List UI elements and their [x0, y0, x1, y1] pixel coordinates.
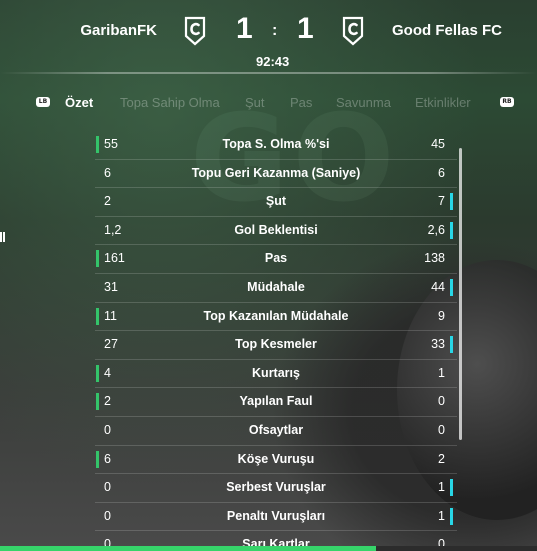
- away-stat-value: 2: [438, 451, 445, 466]
- tab-shots[interactable]: Şut: [245, 95, 265, 110]
- away-leader-marker: [450, 507, 453, 525]
- away-stat-value: 1: [438, 480, 445, 495]
- stat-label: Topu Geri Kazanma (Saniye): [191, 165, 361, 180]
- away-score: 1: [297, 12, 314, 45]
- tab-passing[interactable]: Pas: [290, 95, 312, 110]
- away-leader-marker: [450, 479, 453, 497]
- stat-label: Yapılan Faul: [239, 394, 313, 409]
- home-score: 1: [236, 12, 253, 45]
- away-leader-marker: [450, 193, 453, 211]
- header-divider: [0, 72, 537, 74]
- away-stat-value: 44: [431, 279, 445, 294]
- stat-row: 161 Pas 138: [95, 245, 457, 274]
- tab-ozet[interactable]: Özet: [65, 95, 93, 110]
- away-stat-value: 1: [438, 508, 445, 523]
- stat-label: Penaltı Vuruşları: [226, 508, 326, 523]
- away-stat-value: 33: [431, 337, 445, 352]
- tab-possession[interactable]: Topa Sahip Olma: [120, 95, 220, 110]
- away-leader-marker: [450, 221, 453, 239]
- away-stat-value: 45: [431, 137, 445, 151]
- lb-bumper-button[interactable]: LB: [36, 97, 50, 107]
- away-leader-marker: [450, 336, 453, 354]
- stat-label: Top Kazanılan Müdahale: [203, 308, 349, 323]
- away-leader-marker: [450, 278, 453, 296]
- stat-label: Ofsaytlar: [248, 422, 304, 437]
- stat-label: Top Kesmeler: [235, 337, 317, 352]
- stat-row: 0 Penaltı Vuruşları 1: [95, 503, 457, 532]
- away-stat-value: 138: [424, 251, 445, 266]
- away-team-name: Good Fellas FC: [392, 22, 503, 39]
- tab-defence[interactable]: Savunma: [336, 95, 391, 110]
- stat-label: Müdahale: [247, 279, 305, 294]
- match-progress-fill: [0, 546, 376, 551]
- stat-label: Şut: [265, 194, 287, 209]
- away-stat-value: 9: [438, 308, 445, 323]
- stat-row: 2 Yapılan Faul 0: [95, 388, 457, 417]
- away-stat-value: 6: [438, 165, 445, 180]
- match-progress-bar: [0, 546, 537, 551]
- stat-row: 11 Top Kazanılan Müdahale 9: [95, 303, 457, 332]
- rb-bumper-button[interactable]: RB: [500, 97, 514, 107]
- stat-label: Kurtarış: [252, 365, 300, 380]
- stat-row: 0 Serbest Vuruşlar 1: [95, 474, 457, 503]
- club-crest-c-icon: [184, 16, 206, 46]
- stat-label: Gol Beklentisi: [234, 222, 318, 237]
- score-separator: :: [272, 22, 278, 39]
- stats-scrollbar[interactable]: [459, 148, 462, 440]
- stat-row: 2 Şut 7: [95, 188, 457, 217]
- stats-table: 55 Topa S. Olma %'si 45 6 Topu Geri Kazanma …: [95, 131, 457, 551]
- away-stat-value: 0: [438, 422, 445, 437]
- stat-row: 6 Köşe Vuruşu 2: [95, 446, 457, 475]
- match-stats-screen: GO GaribanFK 1 : 1 Good Fellas FC 92:43 …: [0, 0, 537, 551]
- home-team-name: GaribanFK: [80, 22, 157, 39]
- away-stat-value: 0: [438, 394, 445, 409]
- away-stat-value: 7: [438, 194, 445, 209]
- stat-row: 31 Müdahale 44: [95, 274, 457, 303]
- stat-row: 4 Kurtarış 1: [95, 360, 457, 389]
- stat-row: 55 Topa S. Olma %'si 45: [95, 131, 457, 160]
- stat-label: Serbest Vuruşlar: [226, 480, 326, 495]
- stat-row: 27 Top Kesmeler 33: [95, 331, 457, 360]
- away-stat-value: 1: [438, 365, 445, 380]
- away-stat-value: 2,6: [427, 222, 445, 237]
- stat-label: Topa S. Olma %'si: [222, 137, 330, 151]
- club-crest-c-icon: [342, 16, 364, 46]
- stat-row: 1,2 Gol Beklentisi 2,6: [95, 217, 457, 246]
- stat-label: Pas: [264, 251, 288, 266]
- stat-label: Köşe Vuruşu: [237, 451, 315, 466]
- tab-events[interactable]: Etkinlikler: [415, 95, 471, 110]
- stat-row: 0 Ofsaytlar 0: [95, 417, 457, 446]
- stats-tabs: LB Özet Topa Sahip Olma Şut Pas Savunma …: [0, 94, 537, 114]
- scoreboard-header: GaribanFK 1 : 1 Good Fellas FC 92:43: [0, 0, 537, 80]
- side-pause-icon: [0, 232, 5, 242]
- match-clock: 92:43: [256, 54, 290, 69]
- stat-row: 6 Topu Geri Kazanma (Saniye) 6: [95, 160, 457, 189]
